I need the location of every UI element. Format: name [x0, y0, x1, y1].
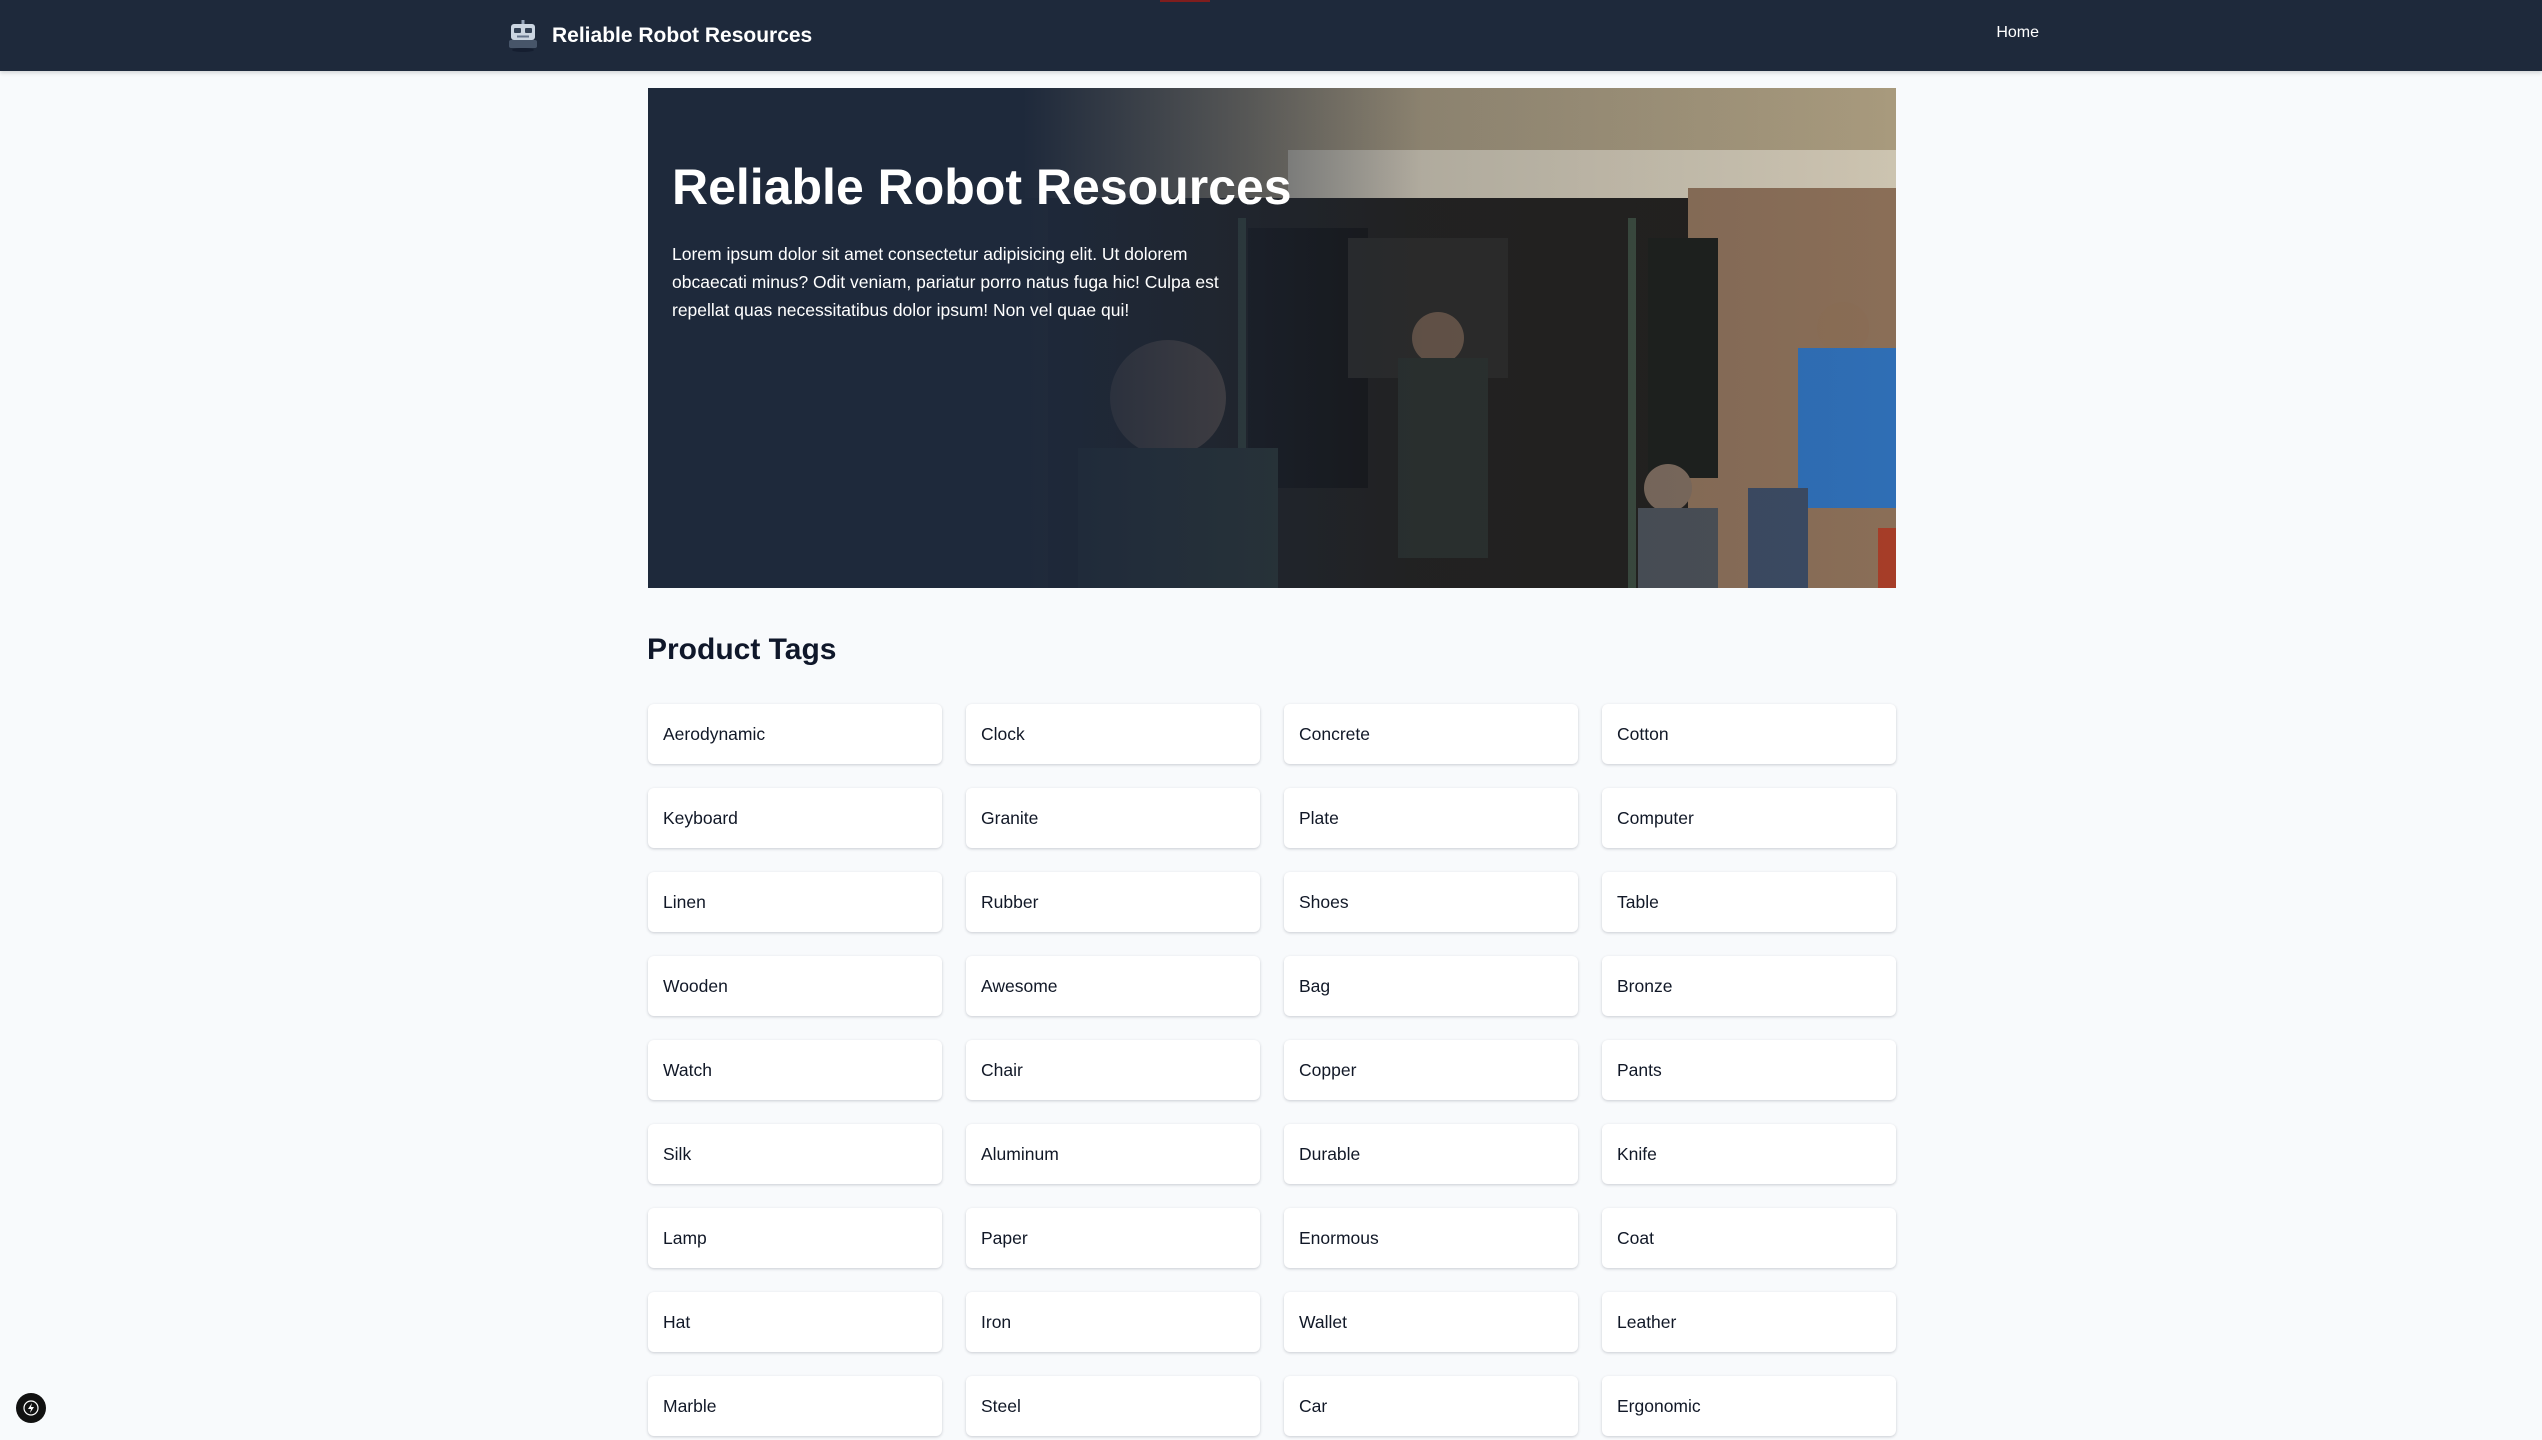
tag-card[interactable]: Coat	[1602, 1208, 1896, 1268]
tag-label: Watch	[663, 1059, 712, 1080]
tag-label: Marble	[663, 1395, 717, 1416]
tag-label: Silk	[663, 1143, 692, 1164]
tag-card[interactable]: Marble	[648, 1376, 942, 1436]
tag-label: Bronze	[1617, 975, 1673, 996]
tag-card[interactable]: Lamp	[648, 1208, 942, 1268]
tag-card[interactable]: Linen	[648, 872, 942, 932]
lightning-bolt-icon	[23, 1400, 39, 1416]
tag-label: Awesome	[981, 975, 1058, 996]
tag-card[interactable]: Awesome	[966, 956, 1260, 1016]
tag-card[interactable]: Steel	[966, 1376, 1260, 1436]
tag-card[interactable]: Copper	[1284, 1040, 1578, 1100]
nav-accent-bar	[1160, 0, 1210, 2]
tag-label: Bag	[1299, 975, 1331, 996]
tag-label: Aluminum	[981, 1143, 1059, 1164]
tag-card[interactable]: Chair	[966, 1040, 1260, 1100]
robot-icon	[509, 20, 537, 52]
tag-label: Wooden	[663, 975, 728, 996]
tag-label: Rubber	[981, 891, 1039, 912]
tag-label: Wallet	[1299, 1311, 1347, 1332]
tag-card[interactable]: Keyboard	[648, 788, 942, 848]
tag-label: Clock	[981, 723, 1025, 744]
tag-label: Linen	[663, 891, 706, 912]
tag-label: Computer	[1617, 807, 1694, 828]
tag-card[interactable]: Ergonomic	[1602, 1376, 1896, 1436]
nav-home-link[interactable]: Home	[1996, 24, 2039, 42]
hero-description: Lorem ipsum dolor sit amet consectetur a…	[672, 244, 1219, 320]
tag-card[interactable]: Knife	[1602, 1124, 1896, 1184]
tag-label: Paper	[981, 1227, 1028, 1248]
tag-card[interactable]: Rubber	[966, 872, 1260, 932]
tag-card[interactable]: Paper	[966, 1208, 1260, 1268]
tag-card[interactable]: Silk	[648, 1124, 942, 1184]
tag-label: Durable	[1299, 1143, 1361, 1164]
tag-card[interactable]: Watch	[648, 1040, 942, 1100]
tag-label: Granite	[981, 807, 1039, 828]
tag-card[interactable]: Bag	[1284, 956, 1578, 1016]
tag-card[interactable]: Concrete	[1284, 704, 1578, 764]
hero-banner: Reliable Robot Resources Lorem ipsum dol…	[648, 88, 1896, 588]
brand-link[interactable]: Reliable Robot Resources	[508, 20, 812, 52]
tag-card[interactable]: Enormous	[1284, 1208, 1578, 1268]
tag-card[interactable]: Wallet	[1284, 1292, 1578, 1352]
tag-label: Copper	[1299, 1059, 1357, 1080]
tag-card[interactable]: Hat	[648, 1292, 942, 1352]
tag-card[interactable]: Bronze	[1602, 956, 1896, 1016]
product-tags-grid: Aerodynamic Clock Concrete Cotton Keyboa…	[648, 704, 1896, 1436]
tag-card[interactable]: Car	[1284, 1376, 1578, 1436]
tag-label: Coat	[1617, 1227, 1654, 1248]
top-navbar: Reliable Robot Resources Home	[0, 0, 2542, 71]
tag-card[interactable]: Plate	[1284, 788, 1578, 848]
tag-label: Plate	[1299, 807, 1339, 828]
tag-card[interactable]: Pants	[1602, 1040, 1896, 1100]
tag-card[interactable]: Durable	[1284, 1124, 1578, 1184]
brand-name: Reliable Robot Resources	[552, 24, 813, 47]
tag-card[interactable]: Shoes	[1284, 872, 1578, 932]
tag-label: Cotton	[1617, 723, 1669, 744]
tag-label: Chair	[981, 1059, 1023, 1080]
tag-card[interactable]: Granite	[966, 788, 1260, 848]
tag-card[interactable]: Table	[1602, 872, 1896, 932]
product-tags-heading: Product Tags	[647, 633, 837, 666]
tag-label: Concrete	[1299, 723, 1371, 744]
tag-label: Iron	[981, 1311, 1012, 1332]
dev-tools-button[interactable]	[16, 1393, 46, 1423]
tag-card[interactable]: Aerodynamic	[648, 704, 942, 764]
tag-label: Pants	[1617, 1059, 1662, 1080]
tag-card[interactable]: Wooden	[648, 956, 942, 1016]
tag-label: Car	[1299, 1395, 1328, 1416]
tag-card[interactable]: Aluminum	[966, 1124, 1260, 1184]
tag-label: Aerodynamic	[663, 723, 766, 744]
hero-title: Reliable Robot Resources	[672, 159, 1292, 215]
tag-card[interactable]: Cotton	[1602, 704, 1896, 764]
tag-label: Steel	[981, 1395, 1021, 1416]
tag-label: Ergonomic	[1617, 1395, 1701, 1416]
tag-label: Leather	[1617, 1311, 1677, 1332]
tag-label: Keyboard	[663, 807, 738, 828]
tag-label: Lamp	[663, 1227, 707, 1248]
tag-card[interactable]: Computer	[1602, 788, 1896, 848]
tag-label: Enormous	[1299, 1227, 1379, 1248]
tag-card[interactable]: Clock	[966, 704, 1260, 764]
tag-label: Table	[1617, 891, 1659, 912]
tag-card[interactable]: Leather	[1602, 1292, 1896, 1352]
tag-label: Hat	[663, 1311, 691, 1332]
tag-label: Knife	[1617, 1143, 1657, 1164]
tag-card[interactable]: Iron	[966, 1292, 1260, 1352]
tag-label: Shoes	[1299, 891, 1349, 912]
